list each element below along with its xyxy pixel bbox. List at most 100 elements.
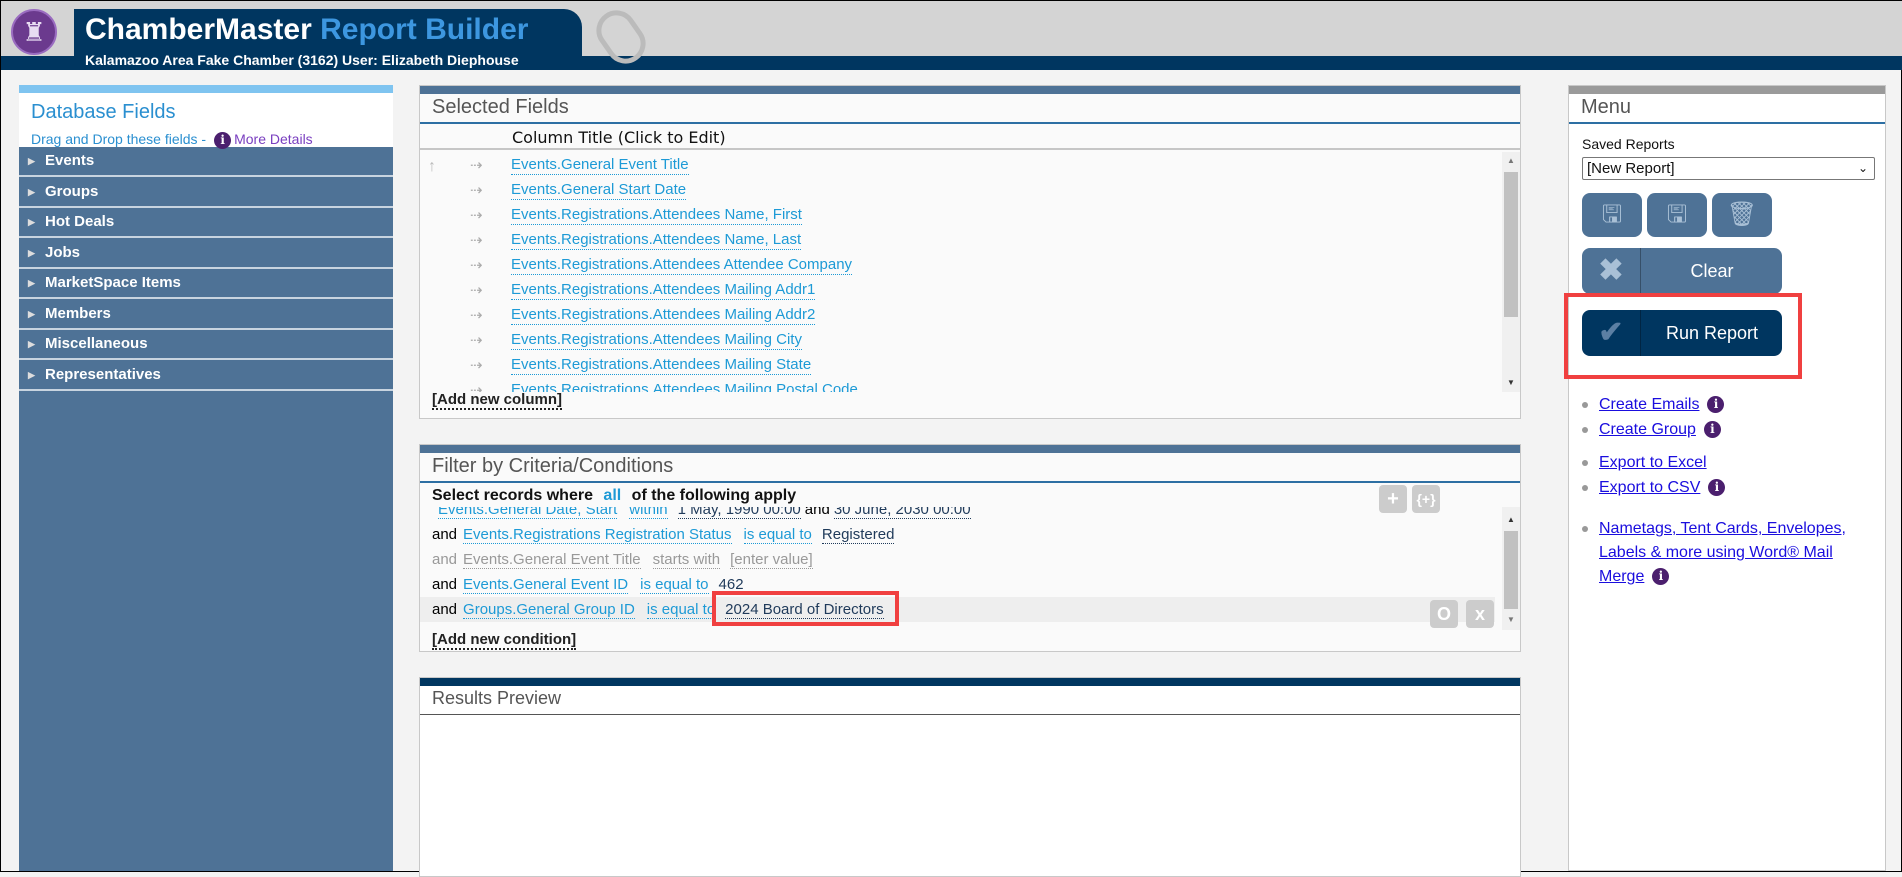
- move-up-icon[interactable]: ↑: [428, 158, 436, 176]
- drag-arrow-icon[interactable]: ⇢: [470, 256, 483, 274]
- scroll-up-icon[interactable]: ▲: [1507, 156, 1515, 165]
- category-label: Members: [45, 304, 111, 322]
- selected-field[interactable]: Events.Registrations.Attendees Mailing P…: [511, 381, 858, 392]
- selected-field[interactable]: Events.Registrations.Attendees Name, Fir…: [511, 206, 802, 225]
- category-members[interactable]: ▶ Members: [19, 300, 393, 330]
- condition-operator[interactable]: is equal to: [646, 601, 716, 619]
- condition-value[interactable]: 30 June, 2030 00:00: [833, 507, 971, 519]
- saved-reports-select[interactable]: [New Report] ⌄: [1582, 157, 1875, 180]
- match-mode-toggle[interactable]: all: [603, 487, 621, 504]
- info-icon[interactable]: i: [1703, 421, 1721, 439]
- panel-bar: [420, 445, 1520, 453]
- drag-arrow-icon[interactable]: ⇢: [470, 331, 483, 349]
- drag-arrow-icon[interactable]: ⇢: [470, 206, 483, 224]
- save-button[interactable]: 🖫: [1582, 193, 1642, 237]
- conjunction: and: [432, 526, 458, 543]
- menu-link[interactable]: Export to CSV i: [1599, 476, 1728, 500]
- condition-field[interactable]: Events.General Event Title: [463, 551, 641, 569]
- link-text[interactable]: Export to CSV: [1599, 479, 1700, 496]
- category-jobs[interactable]: ▶ Jobs: [19, 239, 393, 269]
- condition-field[interactable]: Events.Registrations Registration Status: [463, 526, 732, 544]
- selected-field[interactable]: Events.Registrations.Attendees Mailing S…: [511, 356, 812, 375]
- category-groups[interactable]: ▶ Groups: [19, 178, 393, 208]
- drag-arrow-icon[interactable]: ⇢: [470, 181, 483, 199]
- category-label: Hot Deals: [45, 213, 115, 230]
- condition-value[interactable]: Registered: [821, 526, 895, 544]
- info-icon[interactable]: i: [1707, 396, 1725, 414]
- menu-link[interactable]: Create Group i: [1599, 418, 1724, 442]
- selected-field[interactable]: Events.Registrations.Attendees Attendee …: [511, 256, 853, 275]
- drag-arrow-icon[interactable]: ⇢: [470, 156, 483, 174]
- selected-field[interactable]: Events.General Start Date: [511, 181, 687, 200]
- category-marketspace-items[interactable]: ▶ MarketSpace Items: [19, 269, 393, 299]
- category-label: Representatives: [45, 365, 161, 383]
- info-icon[interactable]: i: [1708, 479, 1726, 497]
- scroll-up-icon[interactable]: ▲: [1507, 515, 1515, 524]
- remove-condition-icon[interactable]: x: [1466, 600, 1494, 628]
- scroll-thumb[interactable]: [1504, 531, 1518, 609]
- condition-value[interactable]: [enter value]: [730, 551, 813, 569]
- panel-bar: [420, 86, 1520, 94]
- more-details-link[interactable]: More Details: [234, 131, 313, 147]
- condition-operator[interactable]: is equal to: [640, 576, 709, 594]
- toggle-condition-icon[interactable]: O: [1430, 600, 1458, 628]
- link-text[interactable]: Export to Excel: [1599, 454, 1707, 471]
- drag-arrow-icon[interactable]: ⇢: [470, 356, 483, 374]
- menu-link[interactable]: Export to Excel: [1599, 451, 1707, 475]
- condition-field[interactable]: Events.General Event ID: [463, 576, 629, 594]
- selected-field[interactable]: Events.Registrations.Attendees Mailing C…: [511, 331, 802, 350]
- trash-icon: 🗑: [1726, 201, 1758, 228]
- add-group-icon[interactable]: {+}: [1412, 485, 1440, 513]
- selected-field[interactable]: Events.Registrations.Attendees Mailing A…: [511, 281, 816, 300]
- condition-value[interactable]: 1 May, 1990 00:00: [677, 507, 801, 519]
- expand-icon: ▶: [28, 308, 35, 319]
- divider: [420, 714, 1520, 715]
- conjunction: and: [432, 576, 458, 593]
- category-hot-deals[interactable]: ▶ Hot Deals: [19, 208, 393, 238]
- add-condition-link[interactable]: [Add new condition]: [432, 631, 577, 650]
- info-icon[interactable]: i: [1652, 568, 1670, 586]
- scroll-down-icon[interactable]: ▼: [1507, 378, 1515, 387]
- category-label: Miscellaneous: [45, 335, 148, 352]
- condition-operator[interactable]: starts with: [652, 551, 721, 569]
- add-column-link[interactable]: [Add new column]: [432, 391, 562, 410]
- highlight-box: [712, 591, 899, 626]
- drag-arrow-icon[interactable]: ⇢: [470, 306, 483, 324]
- selected-field[interactable]: Events.Registrations.Attendees Name, Las…: [511, 231, 802, 250]
- column-title-header: Column Title (Click to Edit): [512, 128, 726, 147]
- condition-list: Events.General Date, Start within 1 May, 1…: [420, 507, 1502, 630]
- scroll-down-icon[interactable]: ▼: [1507, 615, 1515, 624]
- link-text[interactable]: Create Group: [1599, 421, 1696, 438]
- category-label: Groups: [45, 182, 99, 200]
- clear-button[interactable]: ✖ Clear: [1582, 248, 1782, 294]
- link-text[interactable]: Create Emails: [1599, 396, 1699, 413]
- link-text[interactable]: Nametags, Tent Cards, Envelopes, Labels …: [1599, 520, 1846, 585]
- menu-link[interactable]: Create Emails i: [1599, 393, 1727, 417]
- drag-arrow-icon[interactable]: ⇢: [470, 231, 483, 249]
- category-representatives[interactable]: ▶ Representatives: [19, 361, 393, 391]
- menu-link[interactable]: Nametags, Tent Cards, Envelopes, Labels …: [1599, 517, 1879, 589]
- scrollbar[interactable]: ▲ ▼: [1502, 507, 1520, 630]
- panel-title: Results Preview: [432, 688, 562, 708]
- condition-operator[interactable]: is equal to: [743, 526, 812, 544]
- condition-operator[interactable]: within: [629, 507, 668, 519]
- category-miscellaneous[interactable]: ▶ Miscellaneous: [19, 330, 393, 360]
- category-label: Events: [45, 152, 95, 169]
- add-condition-icon[interactable]: +: [1379, 485, 1407, 513]
- conjunction: and: [432, 601, 458, 618]
- delete-button[interactable]: 🗑: [1712, 193, 1772, 237]
- filter-panel: Filter by Criteria/Conditions Events.Gen…: [419, 444, 1521, 652]
- selected-field[interactable]: Events.Registrations.Attendees Mailing A…: [511, 306, 816, 325]
- condition-field[interactable]: Groups.General Group ID: [463, 601, 635, 619]
- expand-icon: ▶: [28, 217, 35, 227]
- drag-arrow-icon[interactable]: ⇢: [470, 281, 483, 299]
- panel-header: Database Fields Drag and Drop these fiel…: [19, 85, 393, 149]
- scroll-thumb[interactable]: [1504, 172, 1518, 317]
- conjunction: and: [432, 551, 458, 568]
- selected-field[interactable]: Events.General Event Title: [511, 156, 689, 175]
- category-events[interactable]: ▶ Events: [19, 147, 393, 177]
- account-info: Kalamazoo Area Fake Chamber (3162) User:…: [85, 52, 519, 68]
- condition-field[interactable]: Events.General Date, Start: [438, 507, 618, 519]
- save-as-button[interactable]: 🖫: [1647, 193, 1707, 237]
- scrollbar[interactable]: ▲ ▼: [1502, 152, 1520, 392]
